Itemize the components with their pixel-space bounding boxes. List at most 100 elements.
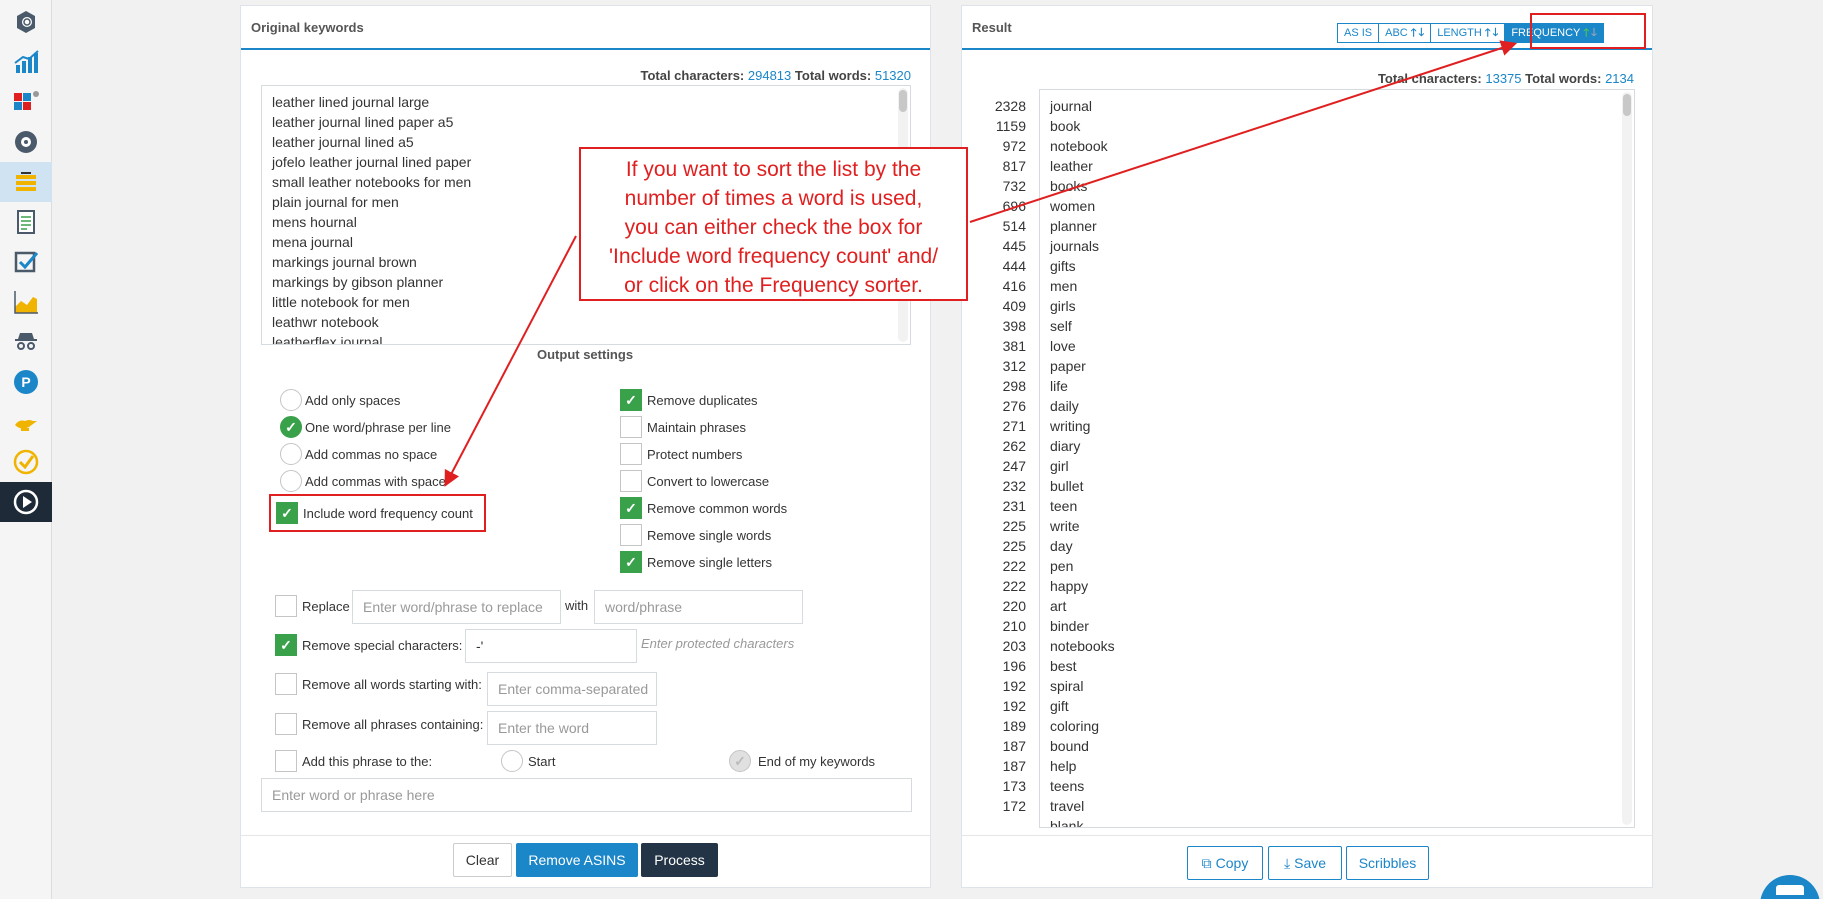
checkbox[interactable] [620, 416, 642, 438]
radio-commas-with-space[interactable]: Add commas with space [280, 470, 446, 492]
checkbox-remove-special-characters[interactable]: ✓ Remove special characters: [275, 634, 462, 656]
starting-with-input[interactable]: Enter comma-separated [487, 672, 657, 706]
checkbox-remove-phrases-containing[interactable]: Remove all phrases containing: [275, 713, 483, 735]
checkbox-remove-words-starting[interactable]: Remove all words starting with: [275, 673, 482, 695]
frequency-count: 409 [1002, 298, 1026, 314]
checkbox-label: Remove duplicates [647, 392, 758, 408]
save-button[interactable]: ⤓ Save [1268, 846, 1342, 880]
remove-asins-button[interactable]: Remove ASINS [516, 843, 638, 877]
result-word: pen [1050, 558, 1074, 574]
arrow-up-icon[interactable]: 🡑 [1411, 24, 1417, 43]
sidebar-item-ppc[interactable]: P [0, 362, 52, 402]
result-word: teen [1050, 498, 1078, 514]
checkbox-remove-common-words[interactable]: ✓ Remove common words [620, 497, 787, 519]
sidebar-item-listing[interactable] [0, 202, 52, 242]
chat-bubble-button[interactable] [1760, 875, 1820, 899]
sort-as-is-button[interactable]: AS IS [1337, 23, 1380, 43]
arrow-down-icon[interactable]: 🡓 [1493, 24, 1499, 43]
containing-input[interactable]: Enter the word [487, 711, 657, 745]
result-title: Result [972, 19, 1012, 35]
checkbox-remove-single-letters[interactable]: ✓ Remove single letters [620, 551, 772, 573]
checkbox[interactable]: ✓ [620, 389, 642, 411]
callout-line: or click on the Frequency sorter. [624, 274, 923, 297]
sidebar-item-blocks[interactable] [0, 82, 52, 122]
sidebar-item-ai[interactable] [0, 122, 52, 162]
frequency-count: 192 [1002, 678, 1026, 694]
frequency-count: 444 [1002, 258, 1026, 274]
sidebar-item-analytics[interactable] [0, 42, 52, 82]
sidebar-item-trends[interactable] [0, 282, 52, 322]
result-word: leather [1050, 158, 1093, 174]
sort-length-button[interactable]: LENGTH 🡑 🡓 [1430, 23, 1506, 43]
radio-add-only-spaces[interactable]: Add only spaces [280, 389, 400, 411]
frequency-count: 312 [1002, 358, 1026, 374]
checkbox[interactable]: ✓ [275, 634, 297, 656]
checkbox-protect-numbers[interactable]: Protect numbers [620, 443, 742, 465]
checkbox[interactable] [275, 713, 297, 735]
result-word: girls [1050, 298, 1076, 314]
special-characters-input[interactable]: -' [465, 629, 637, 663]
radio-button[interactable] [280, 389, 302, 411]
radio-button[interactable] [280, 443, 302, 465]
frequency-count: 276 [1002, 398, 1026, 414]
callout-line: 'Include word frequency count' and/ [608, 245, 939, 268]
checkbox-add-phrase[interactable]: Add this phrase to the: [275, 750, 432, 772]
sidebar-item-genie[interactable] [0, 402, 52, 442]
original-totals: Total characters: 294813 Total words: 51… [640, 68, 911, 83]
phrase-input[interactable]: Enter word or phrase here [261, 778, 912, 812]
annotation-highlight-frequency-checkbox [269, 494, 486, 532]
check-icon: ✓ [625, 392, 637, 408]
sidebar-item-spy[interactable] [0, 322, 52, 362]
scribbles-button[interactable]: Scribbles [1346, 846, 1429, 880]
radio-button[interactable]: ✓ [729, 750, 751, 772]
checkbox[interactable] [275, 595, 297, 617]
radio-button[interactable] [280, 470, 302, 492]
radio-button[interactable]: ✓ [280, 416, 302, 438]
result-textarea[interactable]: journal book notebook leather books women plan… [1039, 89, 1635, 828]
copy-button[interactable]: ⧉ Copy [1187, 846, 1263, 880]
result-word: diary [1050, 438, 1081, 454]
frequency-count: 203 [1002, 638, 1026, 654]
sort-abc-button[interactable]: ABC 🡑 🡓 [1378, 23, 1432, 43]
checkbox-remove-single-words[interactable]: Remove single words [620, 524, 771, 546]
checkbox[interactable]: ✓ [620, 551, 642, 573]
checkbox[interactable] [620, 443, 642, 465]
radio-one-per-line[interactable]: ✓ One word/phrase per line [280, 416, 451, 438]
process-button[interactable]: Process [641, 843, 718, 877]
annotation-callout: If you want to sort the list by the numb… [579, 147, 968, 301]
copy-icon: ⧉ [1201, 854, 1212, 871]
arrow-down-icon[interactable]: 🡓 [1418, 24, 1424, 43]
checkbox[interactable] [620, 470, 642, 492]
radio-end-of-keywords[interactable]: ✓ End of my keywords [729, 750, 875, 772]
replace-input[interactable]: Enter word/phrase to replace [352, 590, 561, 624]
checkbox[interactable] [620, 524, 642, 546]
radio-start[interactable]: Start [501, 750, 555, 772]
checkbox-replace[interactable]: Replace [275, 595, 350, 617]
sidebar-item-checklist[interactable] [0, 242, 52, 282]
sidebar-item-product-search[interactable] [0, 2, 52, 42]
checkbox-remove-duplicates[interactable]: ✓ Remove duplicates [620, 389, 758, 411]
radio-label: Add only spaces [305, 392, 401, 408]
sidebar-item-video[interactable] [0, 482, 52, 522]
radio-commas-no-space[interactable]: Add commas no space [280, 443, 437, 465]
clear-button[interactable]: Clear [453, 843, 512, 877]
checkbox-label: Remove single letters [647, 554, 772, 570]
checkbox[interactable] [275, 750, 297, 772]
document-list-icon [17, 210, 35, 234]
result-word: gift [1050, 698, 1069, 714]
result-word: spiral [1050, 678, 1084, 694]
result-word: happy [1050, 578, 1089, 594]
checkbox[interactable] [275, 673, 297, 695]
radio-button[interactable] [501, 750, 523, 772]
check-icon: ✓ [734, 753, 746, 769]
replace-with-input[interactable]: word/phrase [594, 590, 803, 624]
result-scrollbar[interactable] [1622, 92, 1632, 825]
checkbox[interactable]: ✓ [620, 497, 642, 519]
checkbox-maintain-phrases[interactable]: Maintain phrases [620, 416, 746, 438]
arrow-up-icon[interactable]: 🡑 [1485, 24, 1491, 43]
sidebar-item-keyword-cleaner[interactable] [0, 162, 52, 202]
frequency-column: 2328 1159 972 817 732 696 514 445 444 416 409 398 38… [976, 96, 1026, 827]
sort-label: LENGTH [1437, 27, 1482, 39]
sidebar-item-tasks[interactable] [0, 442, 52, 482]
checkbox-convert-lowercase[interactable]: Convert to lowercase [620, 470, 769, 492]
